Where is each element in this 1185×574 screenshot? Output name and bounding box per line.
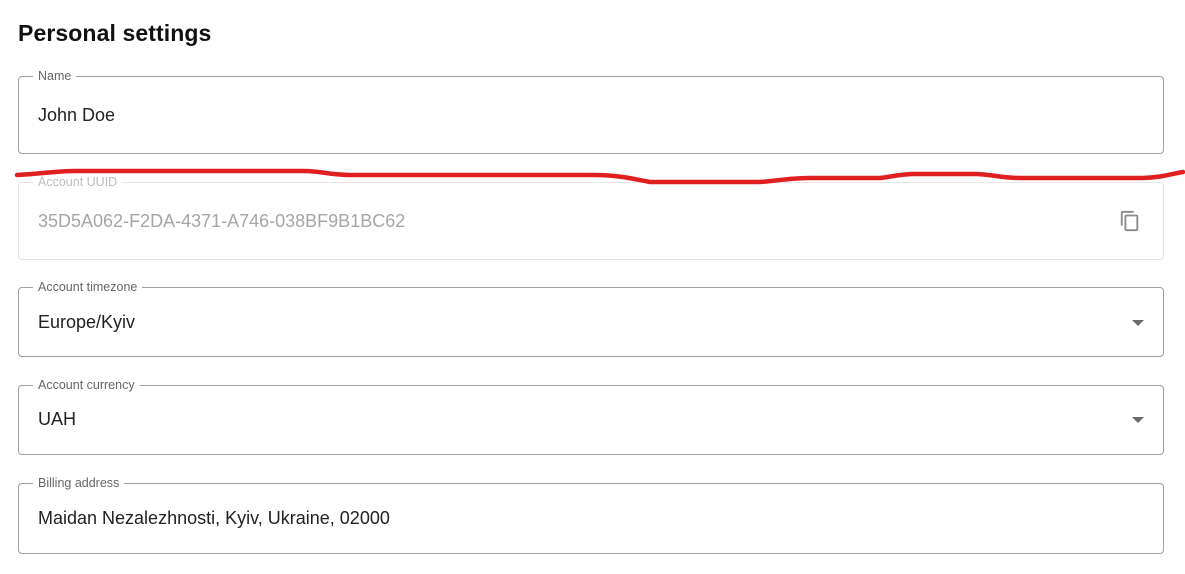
account-currency-value: UAH [38, 409, 77, 429]
chevron-down-icon[interactable] [1132, 417, 1144, 423]
name-field[interactable]: Name [18, 69, 1164, 154]
account-uuid-value: 35D5A062-F2DA-4371-A746-038BF9B1BC62 [38, 211, 406, 231]
name-input[interactable] [38, 103, 1038, 127]
copy-icon[interactable] [1119, 209, 1141, 233]
personal-settings-page: Personal settings Name Account UUID 35D5… [0, 0, 1185, 574]
account-currency-select[interactable]: Account currency UAH [18, 378, 1164, 455]
chevron-down-icon[interactable] [1132, 320, 1144, 326]
account-uuid-field: Account UUID 35D5A062-F2DA-4371-A746-038… [18, 175, 1164, 260]
account-timezone-select[interactable]: Account timezone Europe/Kyiv [18, 280, 1164, 357]
billing-address-input[interactable] [38, 506, 1038, 530]
name-label: Name [33, 69, 77, 83]
page-title: Personal settings [18, 20, 212, 46]
account-timezone-value: Europe/Kyiv [38, 312, 136, 332]
account-uuid-label: Account UUID [33, 175, 123, 189]
billing-address-label: Billing address [33, 476, 125, 490]
account-currency-label: Account currency [33, 378, 140, 392]
account-timezone-label: Account timezone [33, 280, 143, 294]
billing-address-field[interactable]: Billing address [18, 476, 1164, 554]
